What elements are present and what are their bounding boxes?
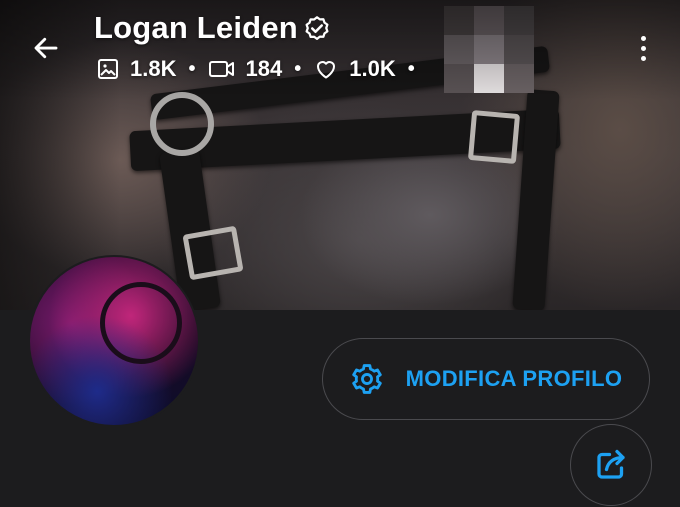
stats-separator: •: [294, 58, 302, 80]
arrow-left-icon: [34, 37, 58, 59]
edit-profile-label: MODIFICA PROFILO: [405, 366, 623, 391]
photos-count: 1.8K: [130, 56, 177, 81]
gear-icon: [351, 364, 382, 394]
edit-profile-button[interactable]: MODIFICA PROFILO: [322, 338, 650, 420]
stats-separator: •: [407, 58, 415, 80]
photos-stat: 1.8K: [96, 56, 176, 82]
heart-icon: [317, 61, 336, 79]
verified-badge-icon: [305, 16, 329, 41]
stats-row: 1.8K • 184 • 1.0K •: [96, 56, 427, 82]
videos-count: 184: [245, 56, 283, 81]
profile-header: Logan Leiden: [94, 10, 332, 46]
likes-count: 1.0K: [349, 56, 396, 81]
share-button[interactable]: [570, 424, 652, 506]
likes-stat: 1.0K: [313, 56, 396, 82]
image-icon: [98, 59, 118, 79]
stats-separator: •: [188, 58, 196, 80]
more-options-button[interactable]: [628, 28, 658, 68]
share-icon: [597, 449, 625, 479]
avatar[interactable]: [28, 255, 200, 427]
back-button[interactable]: [24, 28, 68, 68]
kebab-menu-icon: [640, 35, 646, 41]
page-title: Logan Leiden: [94, 10, 298, 45]
video-camera-icon: [208, 61, 234, 77]
videos-stat: 184: [208, 56, 283, 82]
